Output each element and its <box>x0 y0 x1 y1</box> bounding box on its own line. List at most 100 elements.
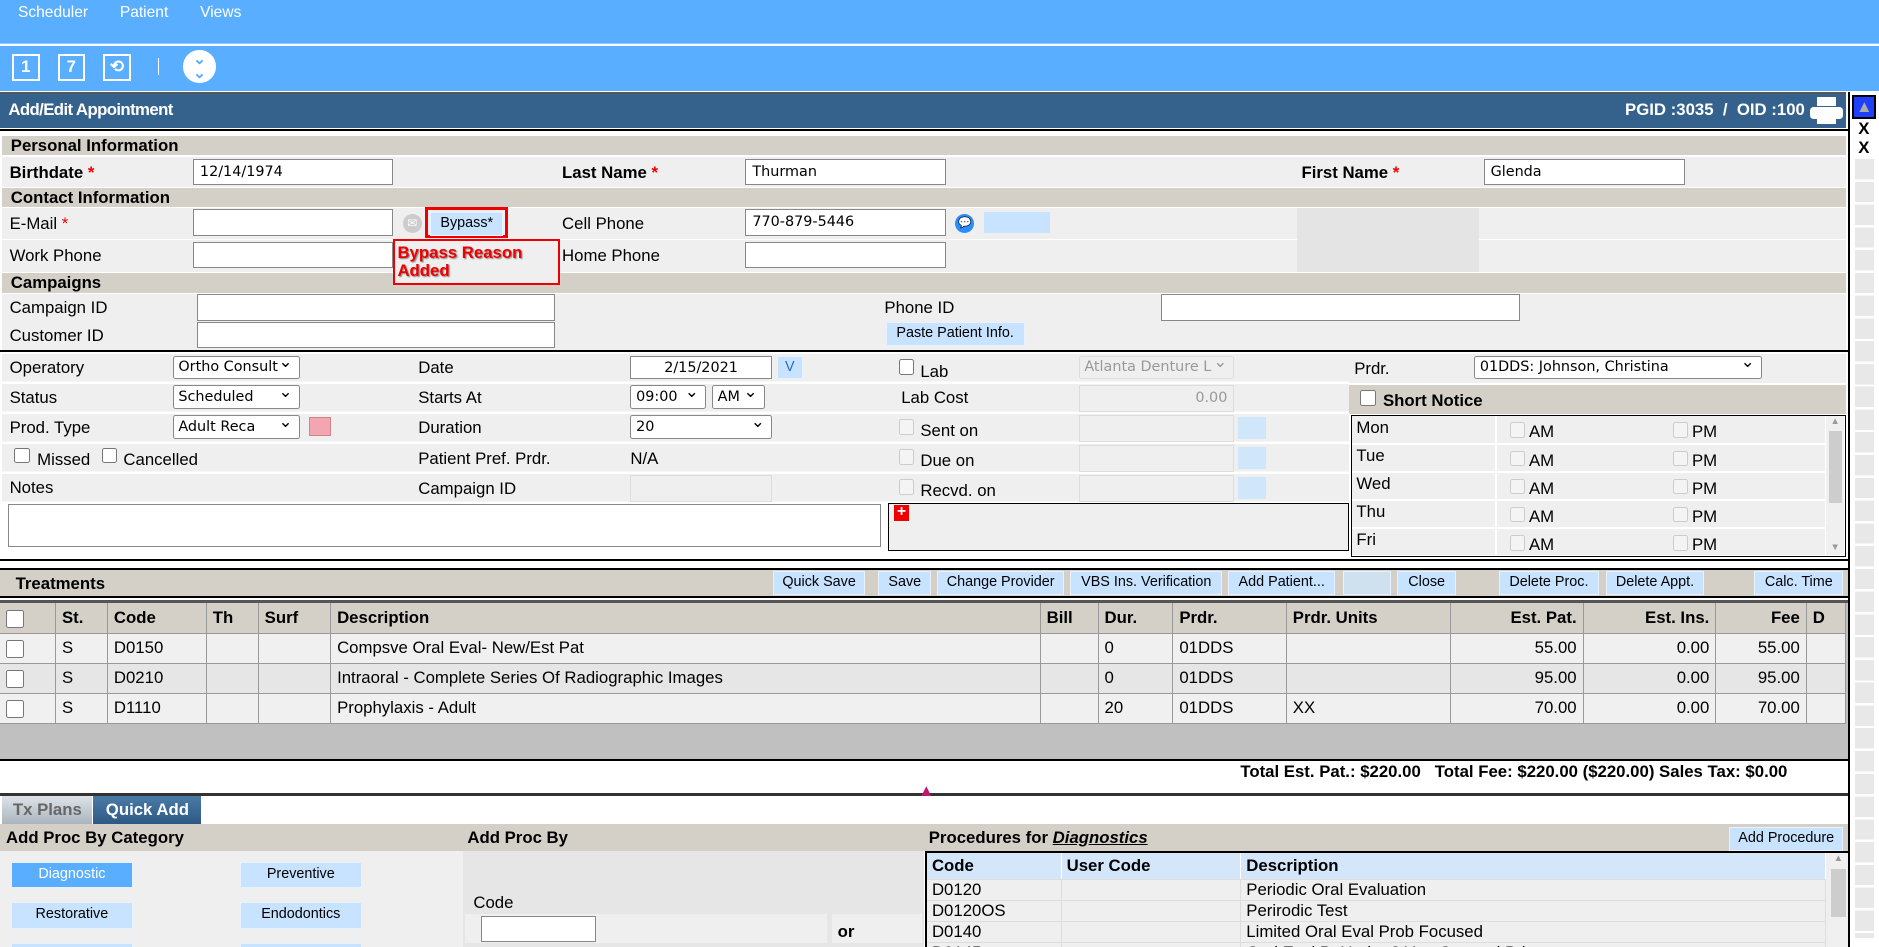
email-icon[interactable]: ✉ <box>402 214 422 234</box>
tab-tx-plans[interactable]: Tx Plans <box>2 795 93 825</box>
work-phone-input[interactable] <box>192 241 394 269</box>
am-checkbox[interactable] <box>1509 450 1526 467</box>
column-header[interactable]: Fee <box>1715 603 1807 634</box>
first-name-input[interactable]: Glenda <box>1483 158 1685 186</box>
column-header[interactable]: D <box>1806 603 1846 634</box>
row-checkbox[interactable] <box>5 699 24 718</box>
category-diagnostic[interactable]: Diagnostic <box>10 861 134 888</box>
code-input[interactable] <box>480 915 596 942</box>
email-input[interactable] <box>192 209 394 236</box>
missed-checkbox[interactable] <box>14 447 30 464</box>
operatory-select[interactable]: Ortho Consult <box>172 353 300 380</box>
menu-patient[interactable]: Patient <box>120 4 168 22</box>
prod-type-select[interactable]: Adult Reca <box>172 413 300 440</box>
treatment-button-4[interactable]: Add Patient... <box>1228 571 1336 596</box>
category-endodontics[interactable]: Endodontics <box>239 902 362 929</box>
procedure-row[interactable]: D0140 Limited Oral Eval Prob Focused <box>927 921 1826 943</box>
column-header[interactable]: Surf <box>258 603 332 634</box>
treatment-button-9[interactable]: Calc. Time <box>1754 571 1844 596</box>
table-row[interactable]: S D1110 Prophylaxis - Adult 20 01DDS XX 70.00 0… <box>0 693 1846 724</box>
pm-checkbox[interactable] <box>1672 478 1689 495</box>
double-chevron-down-icon[interactable]: ⌄ ⌄ <box>183 50 216 83</box>
customer-id-input[interactable] <box>196 321 555 349</box>
column-header[interactable]: Est. Pat. <box>1450 603 1584 634</box>
row-checkbox[interactable] <box>5 669 24 688</box>
column-header[interactable]: Prdr. Units <box>1286 603 1451 634</box>
pm-checkbox[interactable] <box>1672 422 1689 438</box>
campaign-id-input[interactable] <box>196 294 555 321</box>
proc-column-header[interactable]: Description <box>1240 852 1826 880</box>
column-header[interactable]: Th <box>206 603 259 634</box>
treatment-button-7[interactable]: Delete Proc. <box>1499 571 1599 596</box>
treatment-button-1[interactable]: Save <box>878 571 932 596</box>
procedures-scrollbar[interactable]: ▲ <box>1828 852 1848 947</box>
category-preventive[interactable]: Preventive <box>239 861 362 888</box>
lab-checkbox[interactable] <box>898 359 915 375</box>
prod-type-color-swatch[interactable] <box>309 416 331 436</box>
close-x-2[interactable]: X <box>1858 138 1869 158</box>
date-input[interactable]: 2/15/2021 <box>630 355 772 380</box>
short-notice-checkbox[interactable] <box>1360 390 1376 406</box>
scroll-up-arrow-icon[interactable]: ▲ <box>1829 853 1848 864</box>
am-checkbox[interactable] <box>1509 478 1526 495</box>
pm-checkbox[interactable] <box>1672 535 1689 551</box>
category-more-1[interactable] <box>10 943 134 947</box>
column-header[interactable]: Code <box>107 603 207 634</box>
status-select[interactable]: Scheduled <box>172 383 300 410</box>
phone-id-input[interactable] <box>1161 294 1520 321</box>
treatment-button-3[interactable]: VBS Ins. Verification <box>1070 571 1223 596</box>
procedure-row[interactable]: D0120OS Perirodic Test <box>927 900 1826 922</box>
procedure-row[interactable]: D0145 Oral Eval Pt Under 3 Yrs, Counsel P… <box>927 942 1826 947</box>
duration-select[interactable]: 20 <box>630 413 772 440</box>
scroll-up-icon[interactable]: ▲ <box>1852 94 1877 119</box>
start-time-select[interactable]: 09:00 <box>630 383 706 410</box>
cell-phone-input[interactable]: 770-879-5446 <box>745 209 946 236</box>
ampm-select[interactable]: AM <box>711 383 765 410</box>
paste-patient-info-button[interactable]: Paste Patient Info. <box>885 321 1025 346</box>
column-header[interactable]: Prdr. <box>1172 603 1287 634</box>
row-checkbox[interactable] <box>5 639 24 658</box>
select-all-checkbox[interactable] <box>5 609 24 628</box>
column-header[interactable]: Bill <box>1040 603 1099 634</box>
close-x-1[interactable]: X <box>1858 119 1869 139</box>
category-more-2[interactable] <box>239 943 362 947</box>
table-row[interactable]: S D0150 Compsve Oral Eval- New/Est Pat 0 01D… <box>0 633 1846 664</box>
procedure-row[interactable]: D0120 Periodic Oral Evaluation <box>927 879 1826 901</box>
printer-icon[interactable] <box>1809 96 1844 126</box>
pm-checkbox[interactable] <box>1672 450 1689 467</box>
refresh-icon[interactable]: ⟲ <box>103 53 131 82</box>
am-checkbox[interactable] <box>1509 506 1526 523</box>
am-checkbox[interactable] <box>1509 535 1526 551</box>
home-phone-input[interactable] <box>745 241 946 269</box>
bypass-button[interactable]: Bypass* <box>430 211 504 236</box>
am-checkbox[interactable] <box>1509 422 1526 438</box>
scroll-thumb[interactable] <box>1831 868 1846 917</box>
column-header[interactable]: Dur. <box>1098 603 1174 634</box>
treatment-button-0[interactable]: Quick Save <box>772 571 866 596</box>
proc-column-header[interactable]: User Code <box>1061 852 1242 880</box>
menu-scheduler[interactable]: Scheduler <box>18 4 88 22</box>
days-scrollbar[interactable]: ▲ ▼ <box>1826 416 1845 556</box>
menu-views[interactable]: Views <box>200 4 241 22</box>
cancelled-checkbox[interactable] <box>101 447 118 464</box>
medical-cross-icon[interactable]: + <box>893 504 910 521</box>
treatment-button-2[interactable]: Change Provider <box>937 571 1065 596</box>
add-procedure-button[interactable]: Add Procedure <box>1729 826 1844 851</box>
category-restorative[interactable]: Restorative <box>10 902 134 929</box>
day-view-icon[interactable]: 1 <box>11 53 40 82</box>
sms-button[interactable] <box>983 211 1050 234</box>
pm-checkbox[interactable] <box>1672 506 1689 523</box>
birthdate-input[interactable]: 12/14/1974 <box>192 158 394 186</box>
treatment-button-8[interactable]: Delete Appt. <box>1605 571 1705 596</box>
week-view-icon[interactable]: 7 <box>57 53 86 82</box>
column-header[interactable]: St. <box>55 603 108 634</box>
prdr-select[interactable]: 01DDS: Johnson, Christina <box>1474 353 1762 380</box>
tab-quick-add[interactable]: Quick Add <box>93 795 202 825</box>
treatment-button-5[interactable] <box>1343 571 1392 596</box>
last-name-input[interactable]: Thurman <box>745 158 946 186</box>
treatment-button-6[interactable]: Close <box>1397 571 1457 596</box>
table-row[interactable]: S D0210 Intraoral - Complete Series Of Rad… <box>0 663 1846 694</box>
column-header[interactable]: Est. Ins. <box>1583 603 1717 634</box>
column-header[interactable]: Description <box>330 603 1041 634</box>
date-picker-button[interactable]: V <box>776 355 803 380</box>
